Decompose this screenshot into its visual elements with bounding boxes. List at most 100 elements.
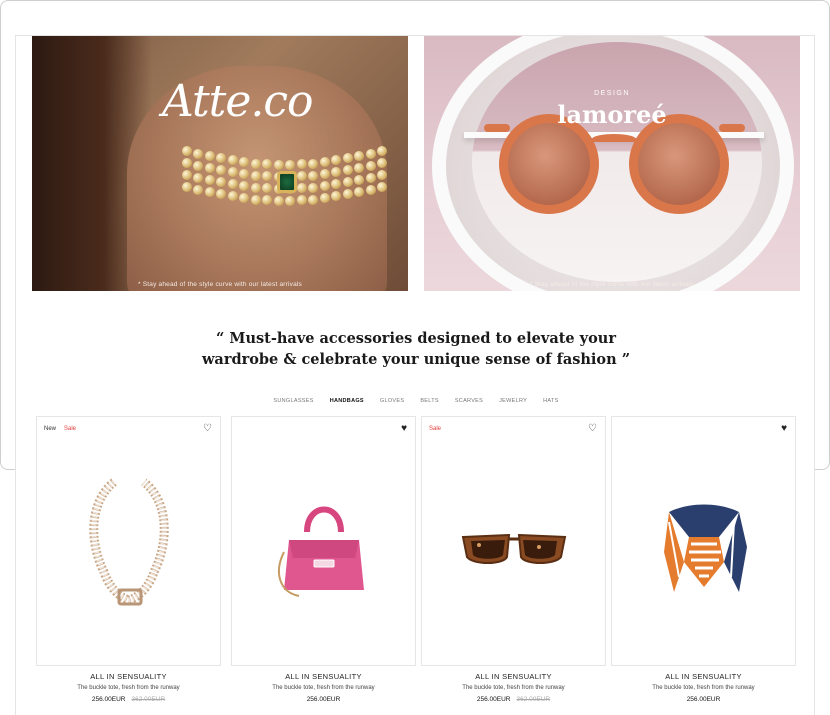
atte-logo: Atte.co	[162, 76, 314, 127]
choker-bead	[239, 157, 250, 168]
choker-bead	[193, 148, 204, 159]
choker-bead	[182, 146, 192, 156]
choker-bead	[365, 184, 376, 195]
product-card[interactable]: Sale ♡	[421, 416, 606, 666]
sunglasses-lens-left	[499, 114, 599, 214]
emerald-stone	[277, 171, 297, 193]
choker-bead	[308, 158, 319, 169]
product-card[interactable]: New Sale ♡	[36, 416, 221, 666]
choker-bead	[331, 191, 342, 202]
product-info: ALL IN SENSUALITY The buckle tote, fresh…	[231, 672, 416, 703]
choker-bead	[273, 195, 284, 206]
choker-bead	[204, 151, 215, 162]
choker-bead	[354, 163, 365, 174]
choker-bead	[308, 170, 319, 181]
choker-bead	[377, 146, 387, 156]
heart-filled-icon[interactable]: ♥	[401, 424, 407, 434]
choker-bead	[342, 153, 353, 164]
product-card[interactable]: ♥	[611, 416, 796, 666]
choker-bead	[342, 189, 353, 200]
product-name[interactable]: ALL IN SENSUALITY	[36, 672, 221, 681]
tab-sunglasses[interactable]: SUNGLASSES	[265, 398, 321, 404]
choker-bead	[250, 182, 261, 193]
tab-jewelry[interactable]: JEWELRY	[491, 398, 535, 404]
choker-bead	[377, 182, 387, 192]
choker-bead	[250, 170, 261, 181]
sale-badge: Sale	[429, 426, 442, 432]
product-name[interactable]: ALL IN SENSUALITY	[231, 672, 416, 681]
banner-lamoree[interactable]: DESIGN lamoreé * Stay ahead of the style…	[424, 36, 800, 291]
heart-icon[interactable]: ♡	[203, 424, 212, 434]
product-card[interactable]: ♥	[231, 416, 416, 666]
tab-gloves[interactable]: GLOVES	[372, 398, 412, 404]
banner-caption: * Stay ahead of the style curve with our…	[137, 281, 303, 288]
design-label: DESIGN	[594, 90, 630, 97]
product-image-scarf[interactable]	[612, 447, 795, 647]
choker-bead	[296, 183, 307, 194]
choker-bead	[331, 179, 342, 190]
current-price: 256.00EUR	[686, 696, 721, 703]
choker-bead	[319, 193, 330, 204]
product-name[interactable]: ALL IN SENSUALITY	[421, 672, 606, 681]
product-description: The buckle tote, fresh from the runway	[652, 685, 755, 691]
choker-bead	[227, 179, 238, 190]
sunglasses-lens-right	[629, 114, 729, 214]
choker-bead	[308, 194, 319, 205]
choker-bead	[250, 158, 261, 169]
choker-bead	[354, 187, 365, 198]
page: Atte.co * Stay ahead of the style curve …	[15, 35, 815, 715]
choker-bead	[365, 172, 376, 183]
choker-bead	[216, 177, 227, 188]
current-price: 256.00EUR	[476, 696, 511, 703]
current-price: 256.00EUR	[306, 696, 341, 703]
tab-hats[interactable]: HATS	[535, 398, 566, 404]
choker-bead	[193, 172, 204, 183]
choker-bead	[193, 184, 204, 195]
choker-bead	[239, 193, 250, 204]
category-tabs: SUNGLASSES HANDBAGS GLOVES BELTS SCARVES…	[16, 398, 816, 404]
choker-bead	[308, 182, 319, 193]
choker-bead	[296, 159, 307, 170]
product-image-necklace[interactable]	[37, 447, 220, 647]
choker-bead	[296, 195, 307, 206]
choker-bead	[193, 160, 204, 171]
choker-bead	[262, 183, 273, 194]
choker-bead	[216, 165, 227, 176]
product-info: ALL IN SENSUALITY The buckle tote, fresh…	[36, 672, 221, 703]
product-price: 256.00EUR	[611, 696, 796, 703]
tab-handbags[interactable]: HANDBAGS	[322, 398, 372, 404]
choker-bead	[239, 181, 250, 192]
new-badge: New	[44, 426, 57, 432]
old-price: 362.00EUR	[516, 696, 551, 703]
product-price: 256.00EUR	[231, 696, 416, 703]
choker-bead	[204, 175, 215, 186]
tab-belts[interactable]: BELTS	[412, 398, 447, 404]
product-image-sunglasses[interactable]	[422, 447, 605, 647]
choker-bead	[377, 158, 387, 168]
banner-atte[interactable]: Atte.co * Stay ahead of the style curve …	[32, 36, 408, 291]
choker-bead	[204, 163, 215, 174]
choker-bead	[354, 151, 365, 162]
choker-bead	[216, 153, 227, 164]
choker-bead	[204, 187, 215, 198]
product-image-handbag[interactable]	[232, 447, 415, 647]
choker-bead	[319, 181, 330, 192]
product-description: The buckle tote, fresh from the runway	[462, 685, 565, 691]
product-price: 256.00EUR 362.00EUR	[36, 696, 221, 703]
choker-bead	[262, 159, 273, 170]
product-info: ALL IN SENSUALITY The buckle tote, fresh…	[611, 672, 796, 703]
tagline-line-2: wardrobe & celebrate your unique sense o…	[201, 351, 631, 368]
heart-icon[interactable]: ♡	[588, 424, 597, 434]
choker-bead	[216, 189, 227, 200]
choker-bead	[285, 195, 296, 206]
lamoree-logo: lamoreé	[557, 100, 667, 129]
product-description: The buckle tote, fresh from the runway	[77, 685, 180, 691]
product-name[interactable]: ALL IN SENSUALITY	[611, 672, 796, 681]
heart-filled-icon[interactable]: ♥	[781, 424, 787, 434]
banner-caption: * Stay ahead of the style curve with our…	[529, 281, 695, 288]
tab-scarves[interactable]: SCARVES	[447, 398, 491, 404]
choker-bead	[377, 170, 387, 180]
choker-bead	[250, 194, 261, 205]
tagline: “ Must-have accessories designed to elev…	[16, 328, 816, 370]
product-info: ALL IN SENSUALITY The buckle tote, fresh…	[421, 672, 606, 703]
